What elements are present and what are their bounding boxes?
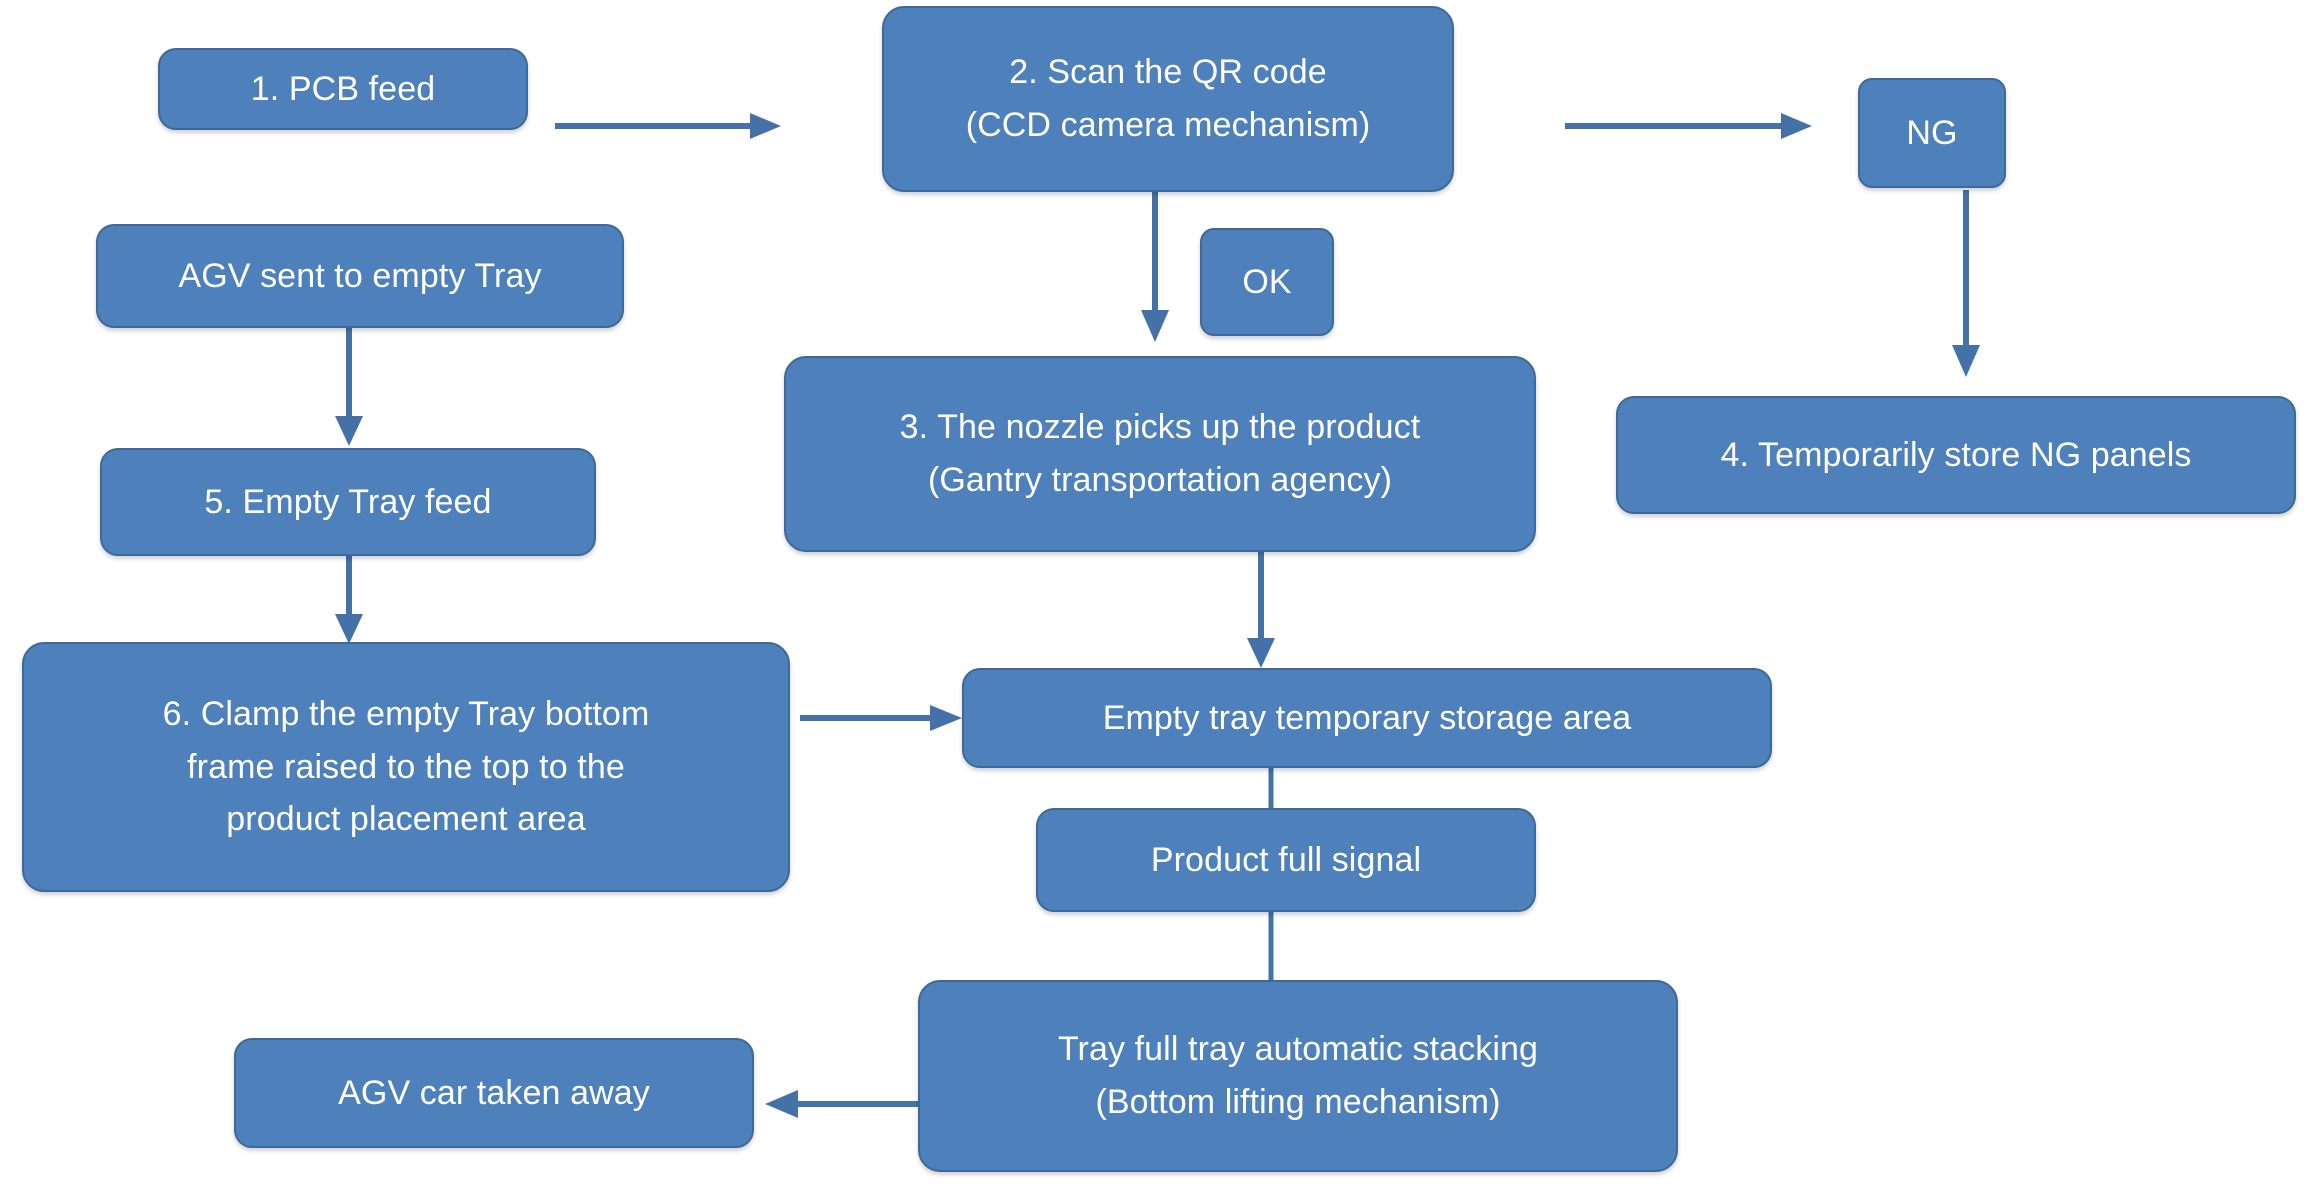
- node-label: 3. The nozzle picks up the product (Gant…: [899, 408, 1421, 499]
- edge-scanqr-to-ng: [1565, 110, 1815, 142]
- node-clamp-empty-tray[interactable]: 6. Clamp the empty Tray bottom frame rai…: [22, 642, 790, 892]
- edge-agvsent-to-emptytrayfeed: [333, 328, 365, 448]
- node-agv-car-taken-away[interactable]: AGV car taken away: [234, 1038, 754, 1148]
- node-product-full-signal[interactable]: Product full signal: [1036, 808, 1536, 912]
- node-ng[interactable]: NG: [1858, 78, 2006, 188]
- node-nozzle-picks-up-product[interactable]: 3. The nozzle picks up the product (Gant…: [784, 356, 1536, 552]
- node-pcb-feed[interactable]: 1. PCB feed: [158, 48, 528, 130]
- edge-traystacking-to-agvaway: [765, 1088, 925, 1120]
- node-temporarily-store-ng-panels[interactable]: 4. Temporarily store NG panels: [1616, 396, 2296, 514]
- edge-clamp-to-emptystorage: [800, 702, 965, 734]
- node-label: 2. Scan the QR code (CCD camera mechanis…: [965, 53, 1371, 144]
- node-tray-full-automatic-stacking[interactable]: Tray full tray automatic stacking (Botto…: [918, 980, 1678, 1172]
- node-label: 4. Temporarily store NG panels: [1720, 435, 2192, 474]
- node-label: 1. PCB feed: [250, 69, 436, 108]
- edge-ng-to-storeng: [1950, 190, 1982, 380]
- node-empty-tray-feed[interactable]: 5. Empty Tray feed: [100, 448, 596, 556]
- node-empty-tray-temporary-storage-area[interactable]: Empty tray temporary storage area: [962, 668, 1772, 768]
- node-agv-sent-to-empty-tray[interactable]: AGV sent to empty Tray: [96, 224, 624, 328]
- node-label: 6. Clamp the empty Tray bottom frame rai…: [162, 694, 650, 839]
- edge-emptytrayfeed-to-clamp: [333, 556, 365, 646]
- node-label: 5. Empty Tray feed: [204, 482, 492, 521]
- node-label: Empty tray temporary storage area: [1102, 698, 1632, 737]
- node-label: AGV car taken away: [338, 1073, 650, 1112]
- edge-scanqr-to-nozzle: [1139, 190, 1171, 345]
- edge-nozzle-to-emptystorage: [1245, 550, 1277, 670]
- node-label: OK: [1242, 262, 1292, 301]
- node-label: Product full signal: [1150, 840, 1422, 879]
- node-label: AGV sent to empty Tray: [178, 256, 542, 295]
- flowchart-canvas: 1. PCB feed 2. Scan the QR code (CCD cam…: [0, 0, 2320, 1184]
- edge-pcbfeed-to-scanqr: [555, 110, 785, 142]
- node-label: NG: [1906, 113, 1958, 152]
- node-ok[interactable]: OK: [1200, 228, 1334, 336]
- node-label: Tray full tray automatic stacking (Botto…: [1057, 1030, 1539, 1121]
- node-scan-qr-code[interactable]: 2. Scan the QR code (CCD camera mechanis…: [882, 6, 1454, 192]
